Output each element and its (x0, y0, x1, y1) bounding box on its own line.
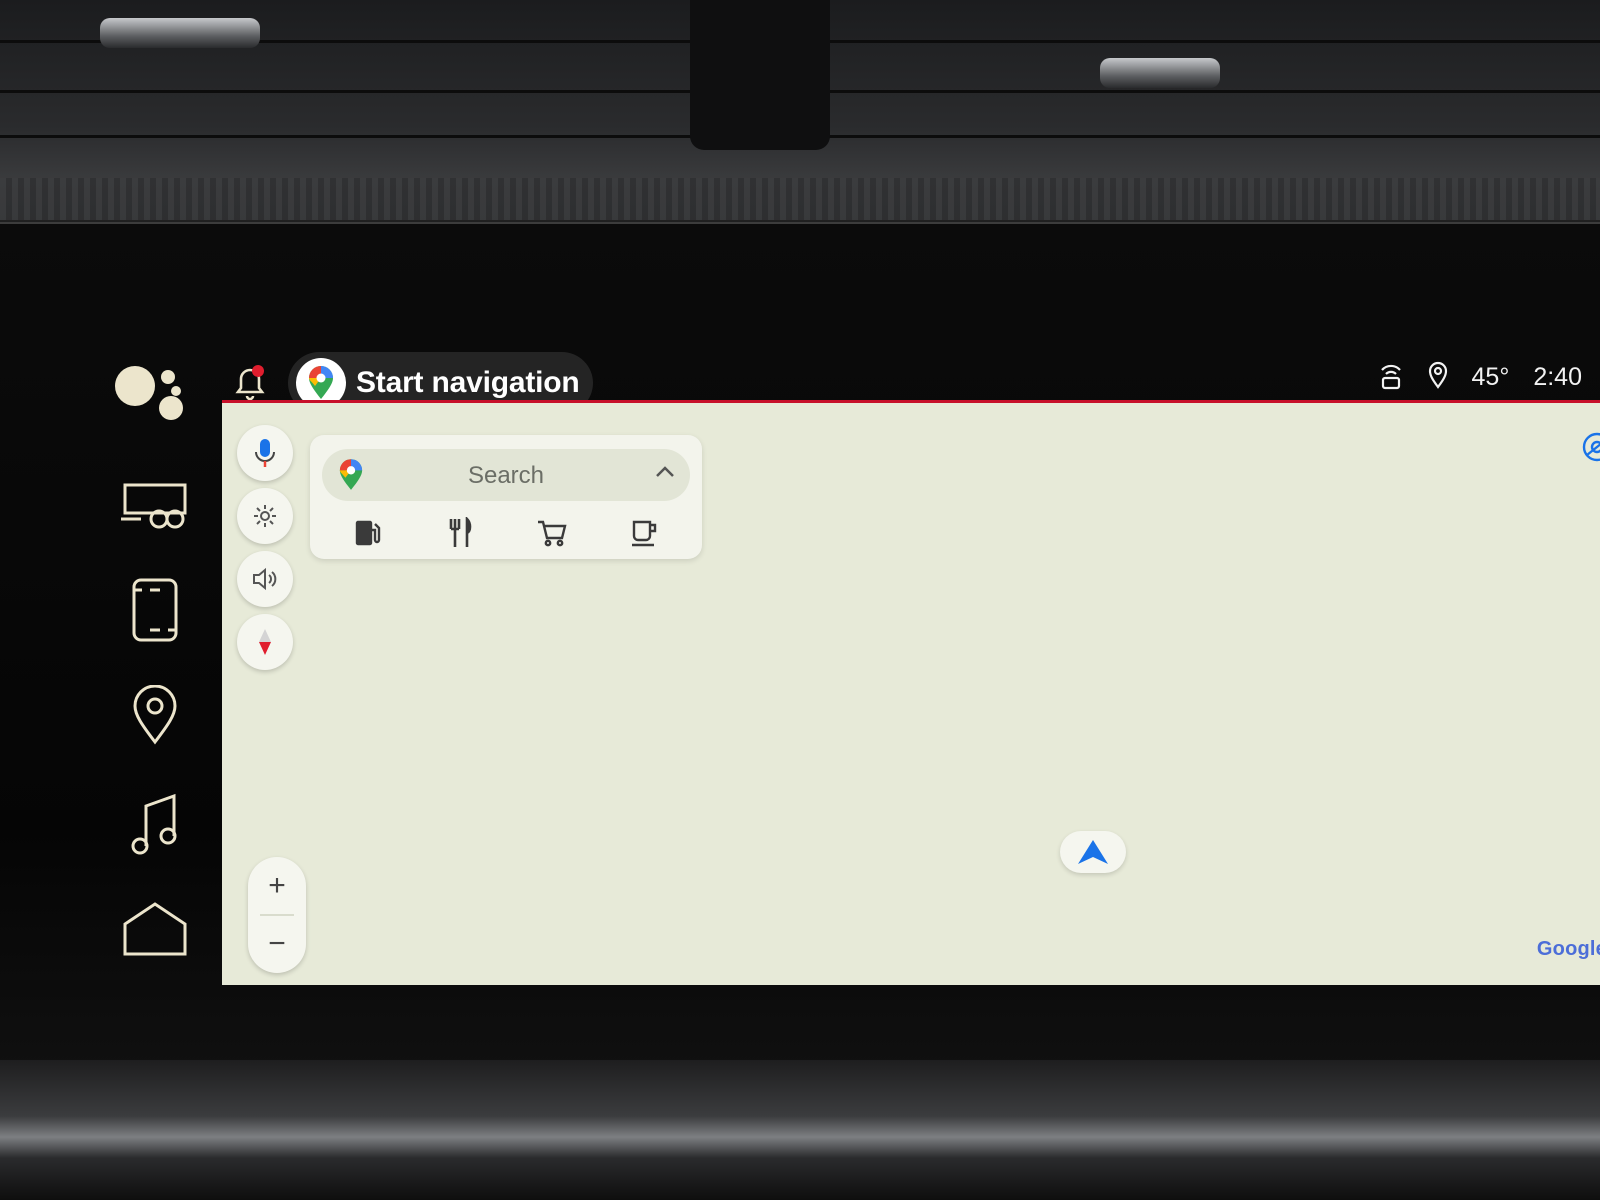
google-attribution: Google (1537, 938, 1600, 961)
vent-knob (1100, 58, 1220, 88)
search-placeholder: Search (467, 462, 545, 489)
location-status-icon (1428, 361, 1448, 394)
driving-mode-icon[interactable] (1581, 431, 1600, 468)
zoom-out-button[interactable]: − (248, 915, 306, 973)
zoom-control: + − (248, 857, 306, 973)
navigation-arrow-icon (1078, 840, 1108, 864)
volume-button[interactable] (237, 551, 293, 607)
dashboard-bottom (0, 1060, 1600, 1200)
search-input[interactable]: Search (322, 449, 690, 501)
coffee-icon[interactable] (624, 513, 664, 553)
restaurant-icon[interactable] (440, 513, 480, 553)
vent-knob (100, 18, 260, 48)
status-right-group: 45° 2:40 (1378, 360, 1582, 395)
microphone-button[interactable] (237, 425, 293, 481)
dashboard-top (0, 0, 1600, 230)
google-attribution-text: Google (1536, 938, 1600, 960)
clock: 2:40 (1533, 363, 1582, 391)
gas-station-icon[interactable] (348, 513, 388, 553)
home-icon[interactable] (115, 890, 195, 970)
notification-bell-icon[interactable] (230, 362, 270, 402)
map-view[interactable]: Search + − Google (222, 400, 1600, 985)
settings-icon (254, 505, 276, 527)
recenter-button[interactable] (1060, 831, 1126, 873)
phone-icon[interactable] (115, 570, 195, 650)
connected-vehicle-icon (1378, 360, 1404, 395)
start-navigation-label: Start navigation (356, 366, 580, 399)
compass-icon (259, 629, 271, 655)
category-row (322, 513, 690, 553)
vehicle-trailer-icon[interactable] (115, 465, 195, 545)
vent-mount (690, 0, 830, 150)
assistant-icon[interactable] (115, 360, 195, 440)
chevron-up-icon[interactable] (654, 463, 676, 484)
volume-icon (253, 567, 277, 591)
compass-button[interactable] (237, 614, 293, 670)
zoom-in-button[interactable]: + (248, 857, 306, 915)
microphone-icon (255, 439, 275, 467)
search-card: Search (310, 435, 702, 559)
music-note-icon[interactable] (115, 785, 195, 865)
dashboard-trim (0, 178, 1600, 220)
location-pin-icon[interactable] (115, 675, 195, 755)
left-rail (95, 330, 215, 990)
shopping-cart-icon[interactable] (532, 513, 572, 553)
outside-temperature: 45° (1471, 363, 1510, 391)
settings-button[interactable] (237, 488, 293, 544)
infotainment-screen: Start navigation 45° 2:40 Search + − Goo… (95, 330, 1600, 1040)
